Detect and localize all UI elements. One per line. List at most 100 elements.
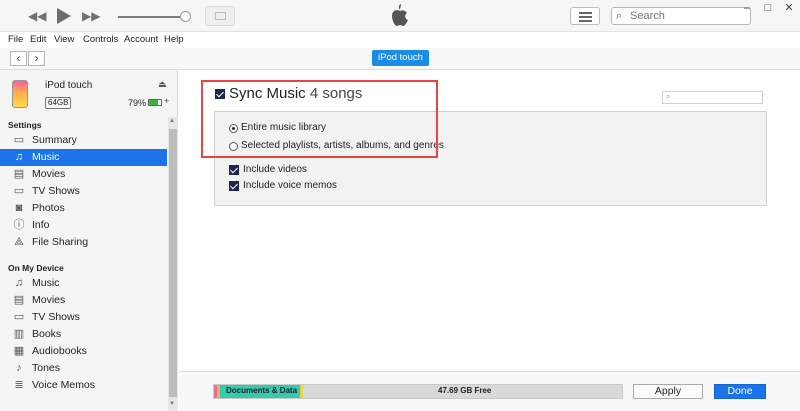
sidebar-item-label: Books	[32, 328, 62, 340]
apply-button[interactable]: Apply	[633, 384, 703, 399]
highlight-box	[201, 80, 438, 158]
tv-icon: ▭	[13, 311, 25, 323]
include-videos-checkbox[interactable]	[229, 165, 239, 175]
sidebar-item-label: Movies	[32, 168, 66, 180]
apple-logo-icon	[392, 4, 408, 26]
sidebar-item-label: Voice Memos	[32, 379, 96, 391]
scrollbar-thumb[interactable]	[169, 129, 177, 397]
on-my-device-heading: On My Device	[8, 263, 64, 273]
airplay-icon	[215, 12, 226, 20]
scroll-up-icon[interactable]: ▲	[169, 118, 175, 124]
sidebar-item-photos[interactable]: ◙ Photos	[0, 200, 167, 217]
voice-memo-icon: ≣	[14, 379, 24, 391]
device-item-music[interactable]: ♫ Music	[0, 275, 167, 292]
apps-icon: ⟁	[14, 236, 24, 248]
tv-icon: ▭	[13, 185, 25, 197]
book-icon: ▥	[13, 328, 25, 340]
sidebar-item-tv-shows[interactable]: ▭ TV Shows	[0, 183, 167, 200]
menu-help[interactable]: Help	[164, 34, 184, 45]
sidebar-item-label: Audiobooks	[32, 345, 87, 357]
device-button[interactable]: iPod touch	[372, 50, 429, 66]
battery-fill	[149, 100, 159, 105]
sidebar-item-label: Info	[32, 219, 50, 231]
music-note-icon: ♫	[14, 151, 24, 163]
search-icon: ⌕	[666, 92, 671, 101]
device-item-movies[interactable]: ▤ Movies	[0, 292, 167, 309]
volume-knob[interactable]	[180, 11, 191, 22]
fast-forward-icon[interactable]: ▶▶	[82, 8, 100, 24]
info-icon: ⓘ	[13, 219, 25, 231]
filter-search-field[interactable]: ⌕	[662, 91, 763, 104]
back-button[interactable]: ‹	[10, 51, 27, 66]
sidebar-item-label: Music	[32, 277, 60, 289]
rewind-icon[interactable]: ◀◀	[28, 8, 46, 24]
minimize-button[interactable]: –	[736, 0, 758, 16]
menubar: File Edit View Controls Account Help	[0, 32, 800, 48]
sidebar-item-label: Tones	[32, 362, 61, 374]
maximize-button[interactable]: □	[757, 0, 779, 16]
device-item-audiobooks[interactable]: ▦ Audiobooks	[0, 343, 167, 360]
ipod-icon	[12, 80, 28, 108]
sidebar-item-file-sharing[interactable]: ⟁ File Sharing	[0, 234, 167, 251]
storage-capacity-bar: Documents & Data 47.69 GB Free	[213, 384, 623, 399]
include-voice-memos-checkbox[interactable]	[229, 181, 239, 191]
sidebar-item-label: TV Shows	[32, 185, 80, 197]
settings-heading: Settings	[8, 120, 42, 130]
sidebar-item-movies[interactable]: ▤ Movies	[0, 166, 167, 183]
menu-edit[interactable]: Edit	[30, 34, 46, 45]
search-box[interactable]: ⌕	[611, 7, 751, 25]
free-space-label: 47.69 GB Free	[438, 386, 492, 395]
sidebar-item-label: Summary	[32, 134, 77, 146]
camera-icon: ◙	[15, 202, 23, 214]
scroll-down-icon[interactable]: ▼	[169, 401, 175, 407]
sidebar-item-label: Movies	[32, 294, 66, 306]
music-note-icon: ♫	[14, 277, 24, 289]
include-videos-label[interactable]: Include videos	[243, 164, 307, 175]
device-item-tones[interactable]: ♪ Tones	[0, 360, 167, 377]
search-input[interactable]	[630, 9, 748, 23]
audiobook-icon: ▦	[13, 345, 25, 357]
navigation-bar: ‹ › iPod touch	[0, 48, 800, 70]
play-icon[interactable]	[57, 8, 71, 24]
sidebar-item-label: Music	[32, 151, 60, 163]
sidebar: iPod touch ⏏ 64GB 79% + Settings ▭ Summar…	[0, 70, 178, 411]
capacity-badge: 64GB	[45, 97, 72, 109]
done-button[interactable]: Done	[714, 384, 766, 399]
menu-account[interactable]: Account	[124, 34, 158, 45]
battery-icon	[148, 99, 162, 106]
airplay-button[interactable]	[205, 6, 235, 26]
bell-icon: ♪	[16, 362, 22, 374]
summary-icon: ▭	[13, 134, 25, 146]
list-icon-line	[579, 16, 592, 18]
storage-bar-area: Documents & Data 47.69 GB Free Apply Don…	[179, 371, 800, 411]
device-item-voice-memos[interactable]: ≣ Voice Memos	[0, 377, 167, 394]
sidebar-item-label: Photos	[32, 202, 65, 214]
sidebar-item-summary[interactable]: ▭ Summary	[0, 132, 167, 149]
device-item-books[interactable]: ▥ Books	[0, 326, 167, 343]
storage-segment-misc	[300, 385, 303, 398]
sidebar-scrollbar[interactable]: ▲ ▼	[168, 117, 178, 411]
menu-view[interactable]: View	[54, 34, 74, 45]
include-voice-memos-label[interactable]: Include voice memos	[243, 180, 337, 191]
list-view-button[interactable]	[570, 7, 600, 25]
sidebar-item-music[interactable]: ♫ Music	[0, 149, 167, 166]
volume-slider[interactable]	[118, 16, 186, 18]
sidebar-item-label: File Sharing	[32, 236, 89, 248]
battery-percent: 79%	[128, 98, 147, 108]
sidebar-item-info[interactable]: ⓘ Info	[0, 217, 167, 234]
toolbar: ◀◀ ▶▶ ⌕ – □ ✕	[0, 0, 800, 32]
forward-button[interactable]: ›	[28, 51, 45, 66]
menu-file[interactable]: File	[8, 34, 23, 45]
menu-controls[interactable]: Controls	[83, 34, 118, 45]
music-sync-panel: ⌕ Sync Music 4 songs Entire music librar…	[179, 70, 800, 411]
list-icon-line	[579, 20, 592, 22]
search-icon: ⌕	[616, 10, 623, 22]
documents-data-label: Documents & Data	[226, 386, 298, 395]
device-item-tv-shows[interactable]: ▭ TV Shows	[0, 309, 167, 326]
eject-icon[interactable]: ⏏	[158, 79, 167, 90]
device-name: iPod touch	[45, 80, 93, 91]
sidebar-item-label: TV Shows	[32, 311, 80, 323]
film-icon: ▤	[13, 168, 25, 180]
close-button[interactable]: ✕	[778, 0, 800, 16]
film-icon: ▤	[13, 294, 25, 306]
